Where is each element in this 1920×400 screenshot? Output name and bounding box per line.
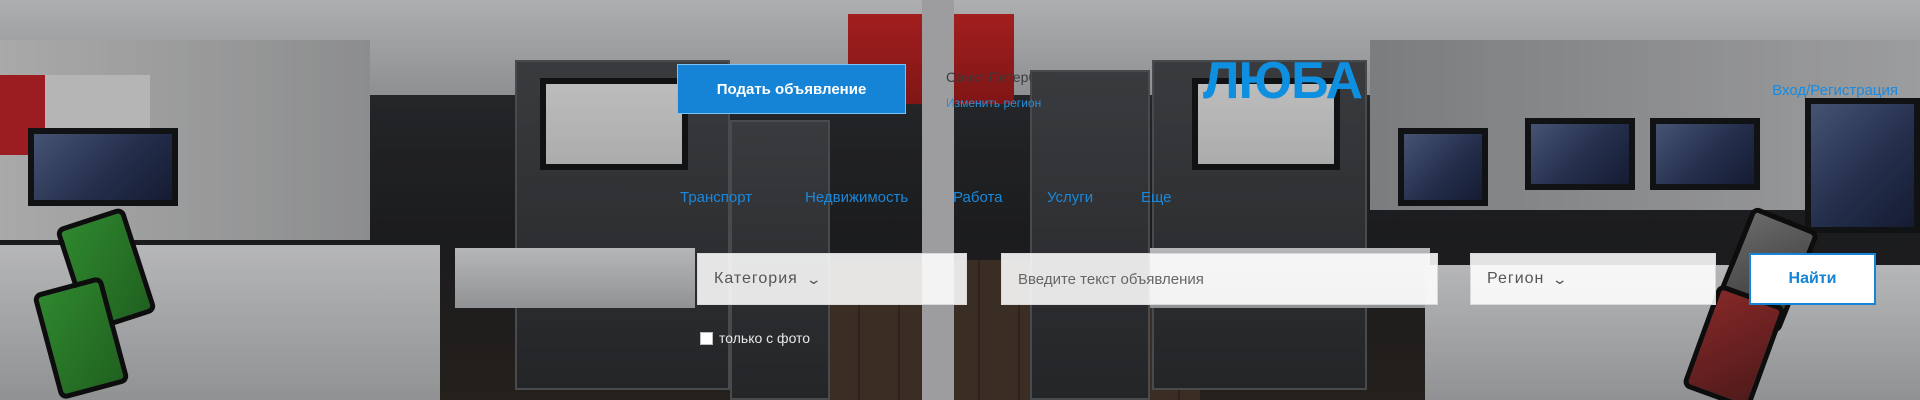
chevron-down-icon: ⌄ xyxy=(805,270,824,287)
photo-only-label: только с фото xyxy=(719,330,811,346)
post-ad-button[interactable]: Подать объявление xyxy=(677,64,906,114)
search-input[interactable] xyxy=(1018,270,1437,288)
category-jobs[interactable]: Работа xyxy=(953,189,1003,206)
login-register-link[interactable]: Вход/Регистрация xyxy=(1772,82,1898,99)
category-more[interactable]: Еще xyxy=(1141,189,1172,206)
site-logo[interactable]: ЛЮБА xyxy=(1203,55,1363,107)
current-city: Санкт-Петербург xyxy=(946,69,1056,85)
category-select[interactable]: Категория ⌄ xyxy=(697,253,967,305)
find-button[interactable]: Найти xyxy=(1749,253,1876,305)
photo-only-checkbox[interactable] xyxy=(700,331,713,345)
photo-only-filter[interactable]: только с фото xyxy=(700,330,810,346)
category-transport[interactable]: Транспорт xyxy=(680,189,752,206)
category-real-estate[interactable]: Недвижимость xyxy=(805,189,908,206)
category-select-label: Категория xyxy=(714,270,798,287)
chevron-down-icon: ⌄ xyxy=(1551,270,1570,287)
region-select-label: Регион xyxy=(1487,270,1545,287)
region-select[interactable]: Регион ⌄ xyxy=(1470,253,1716,305)
category-services[interactable]: Услуги xyxy=(1047,189,1093,206)
change-region-link[interactable]: Изменить регион xyxy=(946,96,1041,110)
search-input-wrapper[interactable] xyxy=(1001,253,1438,305)
